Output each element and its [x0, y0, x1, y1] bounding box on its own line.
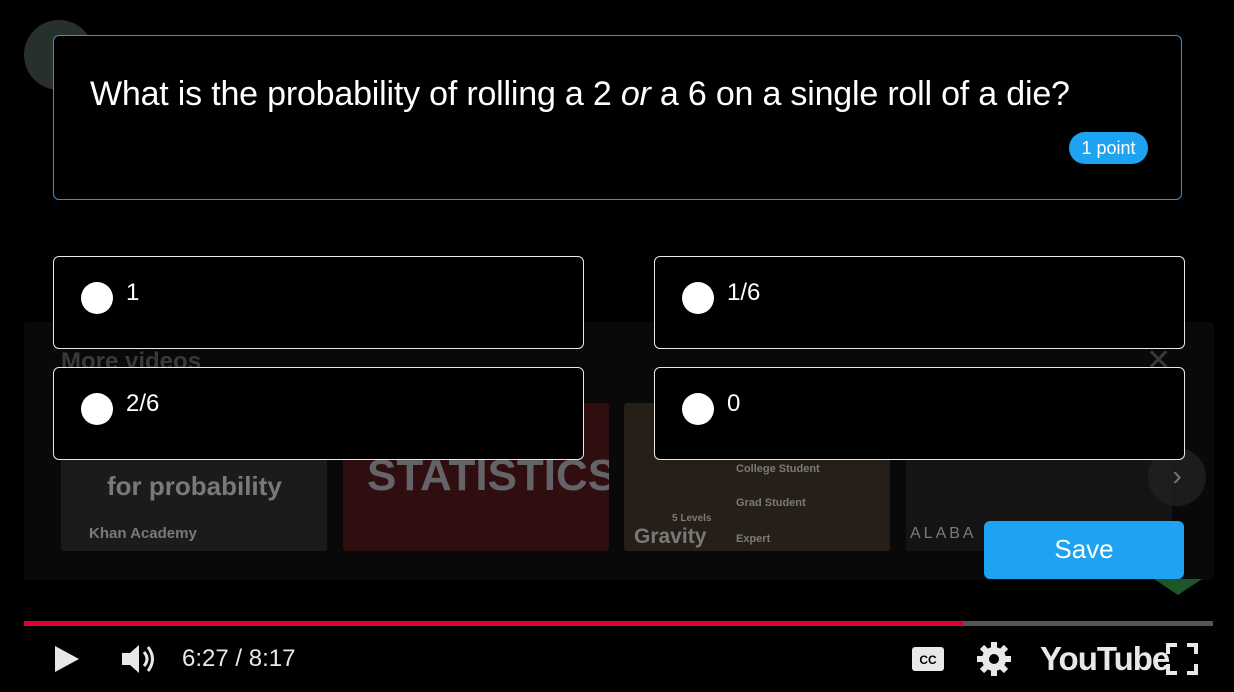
answer-label: 1/6	[727, 279, 761, 306]
captions-icon[interactable]: CC	[911, 646, 945, 672]
question-text: What is the probability of rolling a 2 o…	[90, 75, 1070, 114]
progress-bar-fill	[24, 621, 963, 626]
save-button[interactable]: Save	[984, 521, 1184, 579]
answer-option-1[interactable]: 1	[53, 256, 584, 349]
answer-label: 1	[126, 279, 140, 306]
answer-label: 2/6	[126, 390, 160, 417]
youtube-logo[interactable]: YouTube	[1040, 640, 1170, 678]
answer-label: 0	[727, 390, 741, 417]
answer-option-4[interactable]: 0	[654, 367, 1185, 460]
decorative-arrow	[1154, 579, 1202, 595]
radio-button[interactable]	[81, 282, 113, 314]
question-card	[53, 35, 1182, 200]
radio-button[interactable]	[682, 282, 714, 314]
volume-icon[interactable]	[120, 642, 158, 676]
radio-button[interactable]	[81, 393, 113, 425]
question-text-part: a 6 on a single roll of a die?	[650, 75, 1070, 113]
fullscreen-icon[interactable]	[1166, 643, 1198, 675]
play-icon[interactable]	[53, 645, 81, 673]
svg-text:CC: CC	[919, 653, 937, 667]
question-text-part: What is the probability of rolling a 2	[90, 75, 621, 113]
answer-option-2[interactable]: 1/6	[654, 256, 1185, 349]
answer-option-3[interactable]: 2/6	[53, 367, 584, 460]
question-emphasis: or	[620, 75, 651, 113]
radio-button[interactable]	[682, 393, 714, 425]
time-display: 6:27 / 8:17	[182, 645, 296, 672]
settings-gear-icon[interactable]	[976, 641, 1012, 677]
points-badge: 1 point	[1069, 132, 1148, 164]
